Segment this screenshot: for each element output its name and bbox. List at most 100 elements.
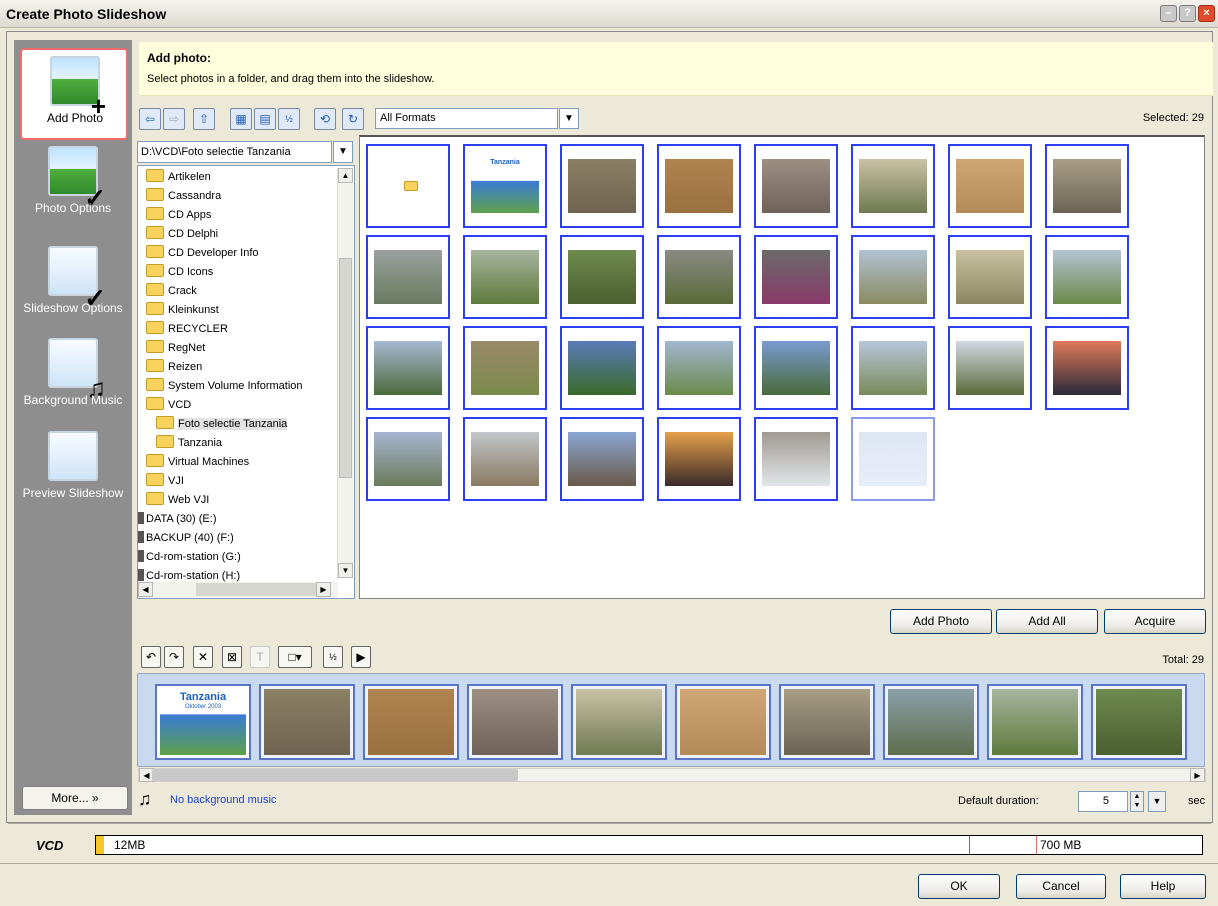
scroll-right-icon[interactable]: ▶ (1190, 768, 1205, 782)
tree-folder-item[interactable]: Tanzania (156, 434, 222, 453)
scroll-right-icon[interactable]: ▶ (316, 582, 331, 597)
photo-thumbnail[interactable] (463, 326, 547, 410)
help-button[interactable]: Help (1120, 874, 1206, 899)
tree-folder-item[interactable]: Kleinkunst (146, 301, 219, 320)
photo-thumbnail[interactable] (560, 235, 644, 319)
tree-folder-item[interactable]: Crack (146, 282, 197, 301)
delete-icon[interactable]: ✕ (193, 646, 213, 668)
photo-thumbnail[interactable] (851, 235, 935, 319)
tree-folder-item[interactable]: RegNet (146, 339, 205, 358)
tree-folder-item[interactable]: Web VJI (146, 491, 209, 510)
photo-thumbnail[interactable] (366, 326, 450, 410)
rotate-left-icon[interactable]: ↶ (141, 646, 161, 668)
tree-folder-item[interactable]: RECYCLER (146, 320, 228, 339)
photo-thumbnail[interactable] (851, 144, 935, 228)
photo-thumbnail[interactable] (1045, 144, 1129, 228)
sidebar-item-preview-slideshow[interactable]: Preview Slideshow (20, 425, 128, 517)
tree-folder-item[interactable]: CD Delphi (146, 225, 218, 244)
select-all-icon[interactable]: ▦ (230, 108, 252, 130)
photo-thumbnail[interactable] (948, 235, 1032, 319)
slideshow-slide[interactable] (883, 684, 979, 760)
photo-thumbnail[interactable] (948, 144, 1032, 228)
tree-vertical-scrollbar[interactable]: ▲ ▼ (337, 168, 353, 578)
forward-icon[interactable]: ⇨ (163, 108, 185, 130)
sort-icon[interactable]: ½ (323, 646, 343, 668)
slideshow-slide[interactable] (259, 684, 355, 760)
tree-folder-item[interactable]: CD Apps (146, 206, 211, 225)
photo-thumbnail[interactable] (366, 235, 450, 319)
add-photo-button[interactable]: Add Photo (890, 609, 992, 634)
slideshow-slide[interactable] (779, 684, 875, 760)
sidebar-item-photo-options[interactable]: ✓ Photo Options (20, 140, 128, 232)
sidebar-item-background-music[interactable]: ♫ Background Music (20, 332, 128, 424)
tree-drive-item[interactable]: Cd-rom-station (G:) (138, 548, 241, 567)
photo-thumbnail[interactable] (657, 417, 741, 501)
sidebar-item-slideshow-options[interactable]: ✓ Slideshow Options (20, 240, 128, 332)
help-title-button[interactable]: ? (1179, 5, 1196, 22)
photo-thumbnail[interactable] (948, 326, 1032, 410)
tree-folder-item[interactable]: CD Icons (146, 263, 213, 282)
folder-thumbnail[interactable] (366, 144, 450, 228)
photo-thumbnail[interactable] (754, 144, 838, 228)
photo-thumbnail[interactable]: Tanzania (463, 144, 547, 228)
photo-thumbnail[interactable] (754, 235, 838, 319)
chevron-down-icon[interactable]: ▼ (559, 108, 579, 129)
ok-button[interactable]: OK (918, 874, 1000, 899)
play-icon[interactable]: ▶ (351, 646, 371, 668)
rotate-right-icon[interactable]: ↷ (164, 646, 184, 668)
tree-horizontal-scrollbar[interactable]: ◀ ▶ (138, 582, 338, 598)
tree-folder-item[interactable]: Virtual Machines (146, 453, 249, 472)
photo-thumbnail[interactable] (754, 326, 838, 410)
tree-drive-item[interactable]: BACKUP (40) (F:) (138, 529, 234, 548)
folder-path-select[interactable]: D:\VCD\Foto selectie Tanzania (137, 141, 332, 163)
scroll-thumb[interactable] (152, 769, 518, 781)
sort-icon[interactable]: ½ (278, 108, 300, 130)
scroll-up-icon[interactable]: ▲ (338, 168, 353, 183)
photo-thumbnail[interactable] (1045, 235, 1129, 319)
select-none-icon[interactable]: ▤ (254, 108, 276, 130)
tree-folder-item[interactable]: Cassandra (146, 187, 221, 206)
duration-input[interactable]: 5 (1078, 791, 1128, 812)
photo-thumbnail[interactable] (560, 326, 644, 410)
tree-folder-item[interactable]: CD Developer Info (146, 244, 259, 263)
rotate-icon[interactable]: ⟲ (314, 108, 336, 130)
tree-folder-item[interactable]: Foto selectie Tanzania (156, 415, 288, 434)
duration-stepper[interactable]: ▲ ▼ (1130, 791, 1144, 812)
cancel-button[interactable]: Cancel (1016, 874, 1106, 899)
photo-thumbnail[interactable] (560, 144, 644, 228)
slideshow-slide[interactable] (987, 684, 1083, 760)
format-select[interactable]: All Formats (375, 108, 558, 129)
slideshow-slide[interactable] (571, 684, 667, 760)
more-button[interactable]: More... » (22, 786, 128, 810)
photo-thumbnail[interactable] (463, 417, 547, 501)
photo-thumbnail[interactable] (463, 235, 547, 319)
duration-dropdown-icon[interactable]: ▼ (1148, 791, 1166, 812)
tree-folder-item[interactable]: Reizen (146, 358, 202, 377)
tree-folder-item[interactable]: Artikelen (146, 168, 211, 187)
delete-all-icon[interactable]: ⊠ (222, 646, 242, 668)
back-icon[interactable]: ⇦ (139, 108, 161, 130)
minimize-button[interactable]: – (1160, 5, 1177, 22)
tree-folder-item[interactable]: VCD (146, 396, 191, 415)
slideshow-slide[interactable] (1091, 684, 1187, 760)
scroll-left-icon[interactable]: ◀ (138, 582, 153, 597)
slideshow-slide[interactable]: Tanzania Oktober 2003 (155, 684, 251, 760)
photo-thumbnail[interactable] (657, 235, 741, 319)
photo-thumbnail[interactable] (657, 144, 741, 228)
photo-thumbnail[interactable] (754, 417, 838, 501)
background-music-link[interactable]: No background music (170, 794, 276, 806)
scroll-down-icon[interactable]: ▼ (338, 563, 353, 578)
add-all-button[interactable]: Add All (996, 609, 1098, 634)
photo-thumbnail[interactable] (366, 417, 450, 501)
up-folder-icon[interactable]: ⇧ (193, 108, 215, 130)
tree-drive-item[interactable]: DATA (30) (E:) (138, 510, 217, 529)
tree-folder-item[interactable]: VJI (146, 472, 184, 491)
photo-thumbnail[interactable] (851, 326, 935, 410)
photo-thumbnail[interactable] (851, 417, 935, 501)
slideshow-slide[interactable] (675, 684, 771, 760)
chevron-down-icon[interactable]: ▼ (333, 141, 353, 163)
photo-thumbnail[interactable] (560, 417, 644, 501)
tree-folder-item[interactable]: System Volume Information (146, 377, 303, 396)
refresh-icon[interactable]: ↻ (342, 108, 364, 130)
photo-thumbnail[interactable] (1045, 326, 1129, 410)
